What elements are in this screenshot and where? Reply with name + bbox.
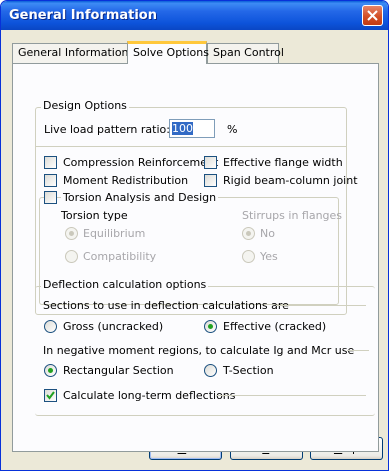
effective-label: Effective (cracked)	[223, 320, 327, 333]
stirrups-label: Stirrups in flanges	[242, 209, 343, 222]
torsion-checkbox[interactable]	[44, 191, 57, 204]
stirrups-yes-radio[interactable]	[242, 250, 255, 263]
stirrups-no-label: No	[260, 227, 275, 240]
close-icon	[367, 10, 378, 21]
tab-solve-options[interactable]: Solve Options	[127, 41, 209, 64]
rigid-beam-column-joint-checkbox[interactable]	[204, 174, 217, 187]
t-section-label: T-Section	[223, 364, 274, 377]
rectangular-section-radio[interactable]	[44, 364, 57, 377]
divider	[347, 350, 369, 351]
live-load-input[interactable]: 100	[169, 119, 215, 138]
live-load-label: Live load pattern ratio:	[44, 123, 170, 136]
title-bar[interactable]: General Information	[1, 1, 388, 30]
rigid-beam-column-joint-label: Rigid beam-column joint	[223, 174, 358, 187]
tab-general-information[interactable]: General Information	[12, 43, 129, 63]
stirrups-yes-label: Yes	[260, 250, 278, 263]
stirrups-no-radio[interactable]	[242, 227, 255, 240]
long-term-label: Calculate long-term deflections	[63, 389, 236, 402]
divider	[276, 305, 366, 306]
compatibility-label: Compatibility	[83, 250, 157, 263]
compression-reinforcement-checkbox[interactable]	[44, 156, 57, 169]
dialog-body: General Information Solve Options Span C…	[4, 30, 385, 469]
effective-flange-width-label: Effective flange width	[223, 156, 343, 169]
sections-label: Sections to use in deflection calculatio…	[43, 299, 289, 312]
equilibrium-radio[interactable]	[65, 227, 78, 240]
negative-moment-label: In negative moment regions, to calculate…	[43, 344, 355, 357]
gross-label: Gross (uncracked)	[63, 320, 164, 333]
design-options-legend: Design Options	[41, 99, 129, 112]
compression-reinforcement-label: Compression Reinforcement	[63, 156, 219, 169]
gross-radio[interactable]	[44, 320, 57, 333]
close-button[interactable]	[362, 5, 383, 26]
moment-redistribution-checkbox[interactable]	[44, 174, 57, 187]
divider	[216, 395, 366, 396]
tab-span-control[interactable]: Span Control	[207, 43, 284, 63]
compatibility-radio[interactable]	[65, 250, 78, 263]
t-section-radio[interactable]	[204, 364, 217, 377]
window-title: General Information	[9, 8, 157, 23]
rectangular-section-label: Rectangular Section	[63, 364, 174, 377]
torsion-type-label: Torsion type	[61, 209, 128, 222]
equilibrium-label: Equilibrium	[83, 227, 146, 240]
live-load-unit: %	[227, 123, 238, 136]
checkmark-icon	[46, 391, 55, 400]
effective-radio[interactable]	[204, 320, 217, 333]
effective-flange-width-checkbox[interactable]	[204, 156, 217, 169]
tab-panel-solve-options: Design Options Live load pattern ratio: …	[12, 63, 379, 452]
long-term-checkbox[interactable]	[44, 389, 57, 402]
divider	[35, 146, 347, 147]
dialog-window: General Information General Information …	[0, 0, 389, 471]
torsion-label: Torsion Analysis and Design	[61, 191, 219, 204]
deflection-legend: Deflection calculation options	[41, 278, 209, 291]
moment-redistribution-label: Moment Redistribution	[63, 174, 189, 187]
